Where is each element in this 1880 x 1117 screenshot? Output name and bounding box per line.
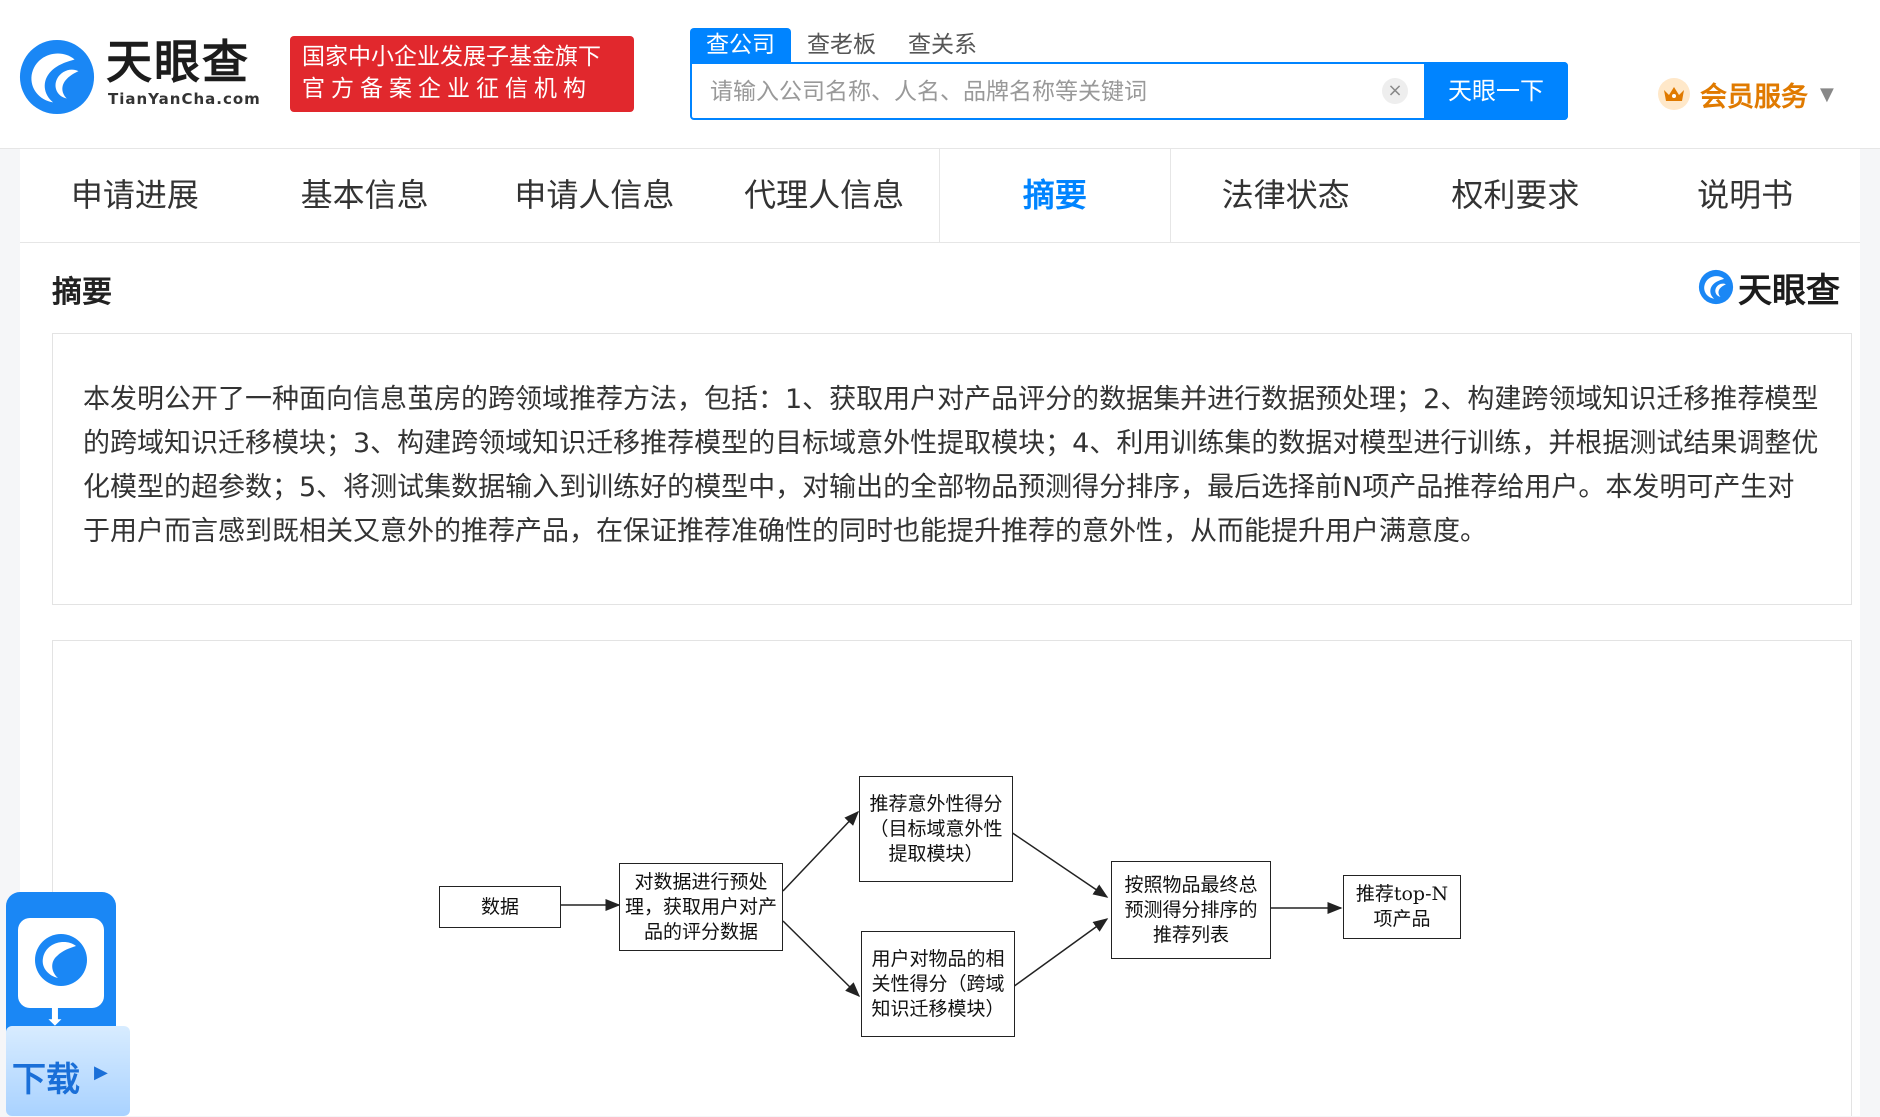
tianyancha-small-logo-icon (1698, 269, 1734, 305)
header: 天眼查 TianYanCha.com 国家中小企业发展子基金旗下 官方备案企业征… (0, 0, 1880, 149)
tab-abstract[interactable]: 摘要 (939, 149, 1171, 242)
flow-box-unexpectedness: 推荐意外性得分（目标域意外性提取模块） (859, 776, 1013, 882)
download-label: 下载 (12, 1060, 80, 1100)
vip-service-menu[interactable]: 会员服务 ▼ (1658, 74, 1834, 114)
search-box: × 天眼一下 (690, 62, 1568, 120)
download-button[interactable]: 下载 ▶ (6, 1026, 130, 1116)
tab-application-progress[interactable]: 申请进展 (20, 149, 250, 242)
badge-line-2: 官方备案企业征信机构 (302, 76, 592, 102)
search-tab-company[interactable]: 查公司 (690, 28, 791, 62)
abstract-box: 本发明公开了一种面向信息茧房的跨领域推荐方法，包括：1、获取用户对产品评分的数据… (52, 333, 1852, 605)
search-input[interactable] (708, 64, 1412, 120)
tab-applicant-info[interactable]: 申请人信息 (480, 149, 710, 242)
tab-legal-status[interactable]: 法律状态 (1171, 149, 1401, 242)
tab-basic-info[interactable]: 基本信息 (250, 149, 480, 242)
app-icon (18, 918, 104, 1008)
section-logo-text: 天眼查 (1738, 270, 1840, 311)
crown-icon (1658, 78, 1690, 110)
download-widget-top: ⬇ (6, 892, 116, 1032)
certification-badge: 国家中小企业发展子基金旗下 官方备案企业征信机构 (290, 36, 634, 112)
download-app-widget[interactable]: ⬇ 下载 ▶ (6, 892, 130, 1116)
search-button[interactable]: 天眼一下 (1424, 62, 1568, 120)
badge-line-1: 国家中小企业发展子基金旗下 (302, 44, 601, 70)
flow-box-top-n: 推荐top-N项产品 (1343, 875, 1461, 939)
tab-description[interactable]: 说明书 (1630, 149, 1860, 242)
tianyancha-logo-icon (19, 39, 95, 115)
vip-label: 会员服务 (1700, 81, 1808, 113)
play-icon: ▶ (94, 1062, 108, 1083)
flow-box-preprocess: 对数据进行预处理，获取用户对产品的评分数据 (619, 863, 783, 951)
tab-claims[interactable]: 权利要求 (1401, 149, 1631, 242)
logo-domain: TianYanCha.com (108, 90, 261, 108)
search-tabs: 查公司 查老板 查关系 (690, 28, 993, 62)
abstract-figure: 数据 对数据进行预处理，获取用户对产品的评分数据 推荐意外性得分（目标域意外性提… (52, 640, 1852, 1116)
logo-text: 天眼查 (106, 35, 250, 89)
clear-icon[interactable]: × (1382, 78, 1408, 104)
search-tab-relation[interactable]: 查关系 (892, 28, 993, 62)
flow-box-relevance: 用户对物品的相关性得分（跨域知识迁移模块） (861, 931, 1015, 1037)
search-tab-boss[interactable]: 查老板 (791, 28, 892, 62)
chevron-down-icon: ▼ (1820, 83, 1834, 105)
detail-tabs: 申请进展 基本信息 申请人信息 代理人信息 摘要 法律状态 权利要求 说明书 (20, 149, 1860, 243)
abstract-text: 本发明公开了一种面向信息茧房的跨领域推荐方法，包括：1、获取用户对产品评分的数据… (83, 384, 1819, 547)
tianyancha-logo[interactable]: 天眼查 TianYanCha.com (18, 34, 278, 115)
tab-agent-info[interactable]: 代理人信息 (709, 149, 939, 242)
section-watermark-logo: 天眼查 (1698, 265, 1840, 311)
section-title: 摘要 (52, 275, 112, 310)
flow-box-ranking: 按照物品最终总预测得分排序的推荐列表 (1111, 861, 1271, 959)
content-panel: 摘要 天眼查 本发明公开了一种面向信息茧房的跨领域推荐方法，包括：1、获取用户对… (20, 243, 1860, 1116)
flow-box-data: 数据 (439, 886, 561, 928)
